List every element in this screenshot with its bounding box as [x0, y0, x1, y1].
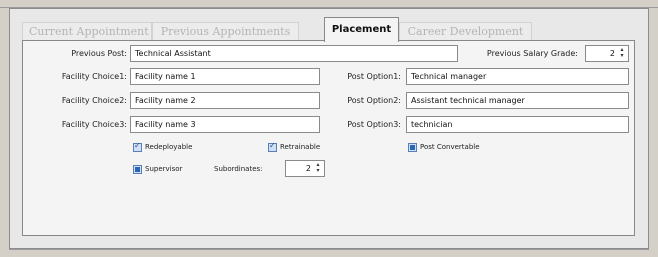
post-option-1-label: Post Option1: — [347, 72, 401, 81]
retrainable-label: Retrainable — [280, 143, 321, 151]
supervisor-checkbox[interactable]: Supervisor — [133, 163, 182, 175]
tab-career-development[interactable]: Career Development — [399, 22, 532, 41]
window-top-border — [0, 0, 658, 8]
previous-post-label: Previous Post: — [71, 49, 127, 58]
post-option-2-field[interactable]: Assistant technical manager — [406, 92, 629, 109]
facility-choice-3-label: Facility Choice3: — [61, 120, 127, 129]
post-option-3-field[interactable]: technician — [406, 116, 629, 133]
tab-placement[interactable]: Placement — [324, 17, 399, 42]
supervisor-label: Supervisor — [145, 165, 183, 173]
post-option-1-field[interactable]: Technical manager — [406, 68, 629, 85]
tab-current-appointment[interactable]: Current Appointment — [22, 22, 152, 41]
tab-previous-appointments[interactable]: Previous Appointments — [152, 22, 299, 41]
form-container: Current Appointment Previous Appointment… — [9, 8, 649, 249]
facility-choice-1-label: Facility Choice1: — [61, 72, 127, 81]
placement-panel: Previous Post: Technical Assistant Previ… — [22, 40, 635, 236]
window-bottom-border — [9, 249, 649, 257]
checkbox-indeterminate-icon[interactable] — [408, 142, 417, 152]
previous-salary-grade-stepper[interactable]: 2 ▴ ▾ — [585, 45, 629, 62]
previous-salary-grade-label: Previous Salary Grade: — [486, 49, 578, 58]
stepper-arrows[interactable]: ▴ ▾ — [314, 162, 322, 175]
facility-choice-2-label: Facility Choice2: — [61, 96, 127, 105]
post-convertable-checkbox[interactable]: Post Convertable — [408, 141, 480, 153]
down-arrow-icon[interactable]: ▾ — [620, 52, 623, 59]
post-option-3-label: Post Option3: — [347, 120, 401, 129]
subordinates-stepper[interactable]: 2 ▴ ▾ — [285, 160, 325, 177]
previous-post-field[interactable]: Technical Assistant — [130, 45, 458, 62]
checkbox-indeterminate-icon[interactable] — [133, 164, 142, 174]
subordinates-value: 2 — [305, 164, 311, 173]
subordinates-label: Subordinates: — [214, 165, 263, 173]
post-convertable-label: Post Convertable — [420, 143, 480, 151]
facility-choice-2-field[interactable]: Facility name 2 — [130, 92, 320, 109]
checkbox-checked-icon[interactable]: ✓ — [133, 141, 142, 152]
stepper-arrows[interactable]: ▴ ▾ — [618, 47, 626, 60]
redeployable-checkbox[interactable]: ✓ Redeployable — [133, 141, 192, 153]
redeployable-label: Redeployable — [145, 143, 193, 151]
tab-strip: Current Appointment Previous Appointment… — [22, 17, 542, 42]
checkbox-checked-icon[interactable]: ✓ — [268, 141, 277, 152]
facility-choice-1-field[interactable]: Facility name 1 — [130, 68, 320, 85]
post-option-2-label: Post Option2: — [347, 96, 401, 105]
previous-salary-grade-value: 2 — [609, 49, 615, 58]
retrainable-checkbox[interactable]: ✓ Retrainable — [268, 141, 320, 153]
facility-choice-3-field[interactable]: Facility name 3 — [130, 116, 320, 133]
down-arrow-icon[interactable]: ▾ — [316, 167, 319, 174]
